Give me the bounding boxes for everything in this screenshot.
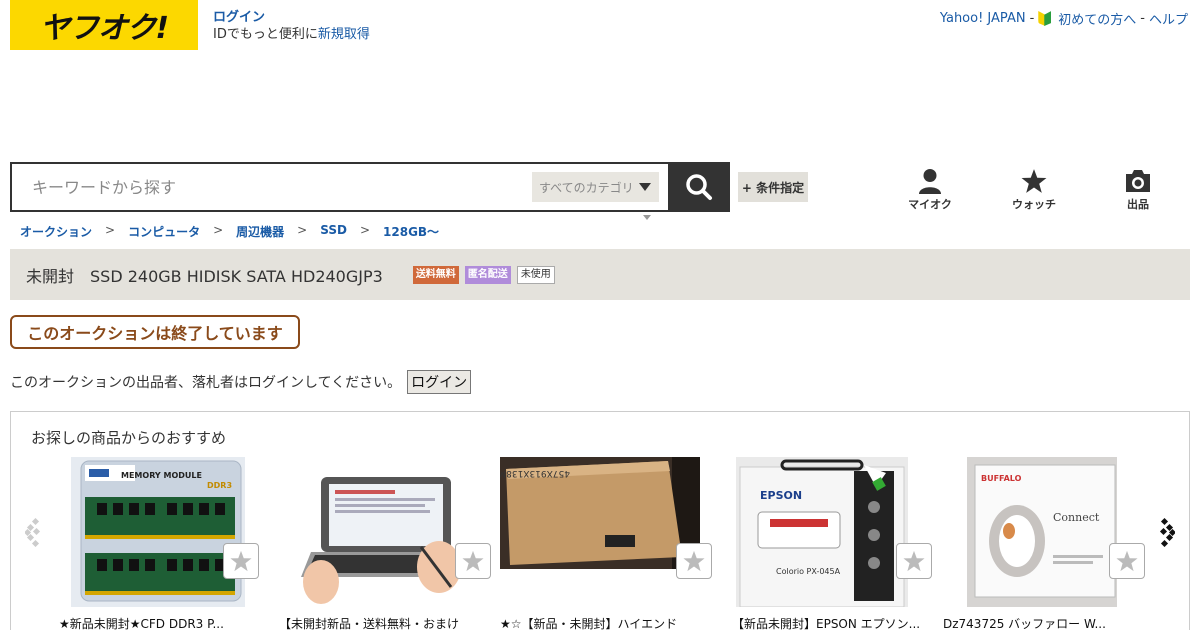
memory-module-image: MEMORY MODULE DDR3 (71, 457, 245, 607)
star-icon (1021, 169, 1047, 193)
epson-brand-text: EPSON (760, 489, 802, 502)
connect-text: Connect (1053, 511, 1100, 524)
watch-button[interactable]: ウォッチ (1004, 168, 1064, 212)
search-icon (686, 174, 712, 200)
login-button[interactable]: ログイン (407, 370, 472, 394)
breadcrumb: オークション > コンピュータ > 周辺機器 > SSD > 128GB～ (20, 223, 439, 240)
star-icon (903, 550, 925, 572)
search-box: すべてのカテゴリ (10, 162, 730, 212)
breadcrumb-computer[interactable]: コンピュータ (128, 223, 200, 240)
auction-ended-notice: このオークションは終了しています (10, 315, 300, 349)
free-shipping-badge: 送料無料 (412, 265, 459, 284)
breadcrumb-separator: > (359, 223, 371, 237)
watch-star-button[interactable] (896, 543, 932, 579)
recommend-item[interactable]: EPSON Colorio PX-045A 【新品未開封】EPSON エプソン.… (732, 457, 936, 630)
star-icon (230, 550, 252, 572)
laptop-box-image: 457X913X138MM (500, 457, 700, 569)
login-sub: IDでもっと便利に新規取得 (213, 26, 370, 43)
memory-module-text: MEMORY MODULE (121, 471, 202, 480)
breadcrumb-separator: > (105, 223, 116, 237)
beginner-mark-icon (1038, 11, 1052, 26)
sell-label: 出品 (1127, 198, 1149, 211)
category-select[interactable]: すべてのカテゴリ (532, 172, 659, 202)
recommend-item[interactable]: MEMORY MODULE DDR3 ★新品未開封★CFD DDR3 P... (59, 457, 271, 630)
item-title-bar: 未開封 SSD 240GB HIDISK SATA HD240GJP3 送料無料… (10, 249, 1190, 300)
chevron-down-icon (639, 183, 651, 191)
help-link[interactable]: ヘルプ (1149, 9, 1188, 28)
breadcrumb-peripherals[interactable]: 周辺機器 (236, 223, 284, 240)
login-notice: このオークションの出品者、落札者はログインしてください。 ログイン (10, 370, 472, 394)
myauc-label: マイオク (908, 198, 952, 211)
epson-printer-image: EPSON Colorio PX-045A (736, 457, 908, 607)
header-links: Yahoo! JAPAN - 初めての方へ - ヘルプ (940, 9, 1188, 28)
category-select-label: すべてのカテゴリ (539, 180, 634, 195)
buffalo-brand-text: BUFFALO (981, 474, 1022, 483)
mini-laptop-image (291, 457, 491, 607)
yahoo-japan-link[interactable]: Yahoo! JAPAN (940, 11, 1026, 26)
anonymous-shipping-badge: 匿名配送 (464, 265, 511, 284)
beginners-link[interactable]: 初めての方へ (1058, 9, 1136, 28)
login-block: ログイン IDでもっと便利に新規取得 (213, 9, 370, 43)
condition-button[interactable]: + 条件指定 (738, 172, 808, 202)
recommend-item[interactable]: BUFFALO Connect Dz743725 バッファロー W... (943, 457, 1167, 630)
watch-star-button[interactable] (223, 543, 259, 579)
small-down-arrow-icon (643, 215, 651, 220)
logo-text: ヤフオク! (39, 11, 169, 46)
watch-star-button[interactable] (1109, 543, 1145, 579)
recommend-item-label[interactable]: 【未開封新品・送料無料・おまけ (279, 615, 479, 630)
breadcrumb-separator: > (297, 223, 308, 237)
chevron-left-icon (23, 517, 41, 548)
breadcrumb-separator: > (213, 223, 224, 237)
user-icon (919, 169, 941, 194)
breadcrumb-auction[interactable]: オークション (20, 223, 92, 240)
camera-icon (1126, 170, 1150, 192)
carousel-prev-button[interactable] (23, 517, 45, 551)
search-button[interactable] (668, 162, 730, 212)
watch-label: ウォッチ (1012, 198, 1056, 211)
star-icon (1116, 550, 1138, 572)
login-notice-text: このオークションの出品者、落札者はログインしてください。 (10, 375, 402, 391)
login-sub-prefix: IDでもっと便利に (213, 27, 318, 42)
recommendation-title: お探しの商品からのおすすめ (31, 429, 227, 447)
header-separator: - (1140, 11, 1145, 26)
recommend-item[interactable]: 【未開封新品・送料無料・おまけ (279, 457, 491, 630)
header-separator: - (1029, 11, 1035, 26)
star-icon (683, 550, 705, 572)
item-title: 未開封 SSD 240GB HIDISK SATA HD240GJP3 (26, 266, 383, 286)
watch-star-button[interactable] (676, 543, 712, 579)
sell-button[interactable]: 出品 (1108, 168, 1168, 212)
box-size-text: 457X913X138MM (500, 468, 570, 478)
breadcrumb-ssd[interactable]: SSD (320, 223, 347, 240)
recommend-item-label[interactable]: Dz743725 バッファロー W... (943, 615, 1113, 630)
recommend-item[interactable]: 457X913X138MM ★☆【新品・未開封】ハイエンド (500, 457, 712, 630)
watch-star-button[interactable] (455, 543, 491, 579)
epson-model-text: Colorio PX-045A (776, 567, 841, 576)
unused-badge: 未使用 (516, 265, 555, 284)
buffalo-router-image: BUFFALO Connect (967, 457, 1117, 607)
recommend-item-label[interactable]: ★新品未開封★CFD DDR3 P... (59, 615, 259, 630)
recommendation-panel: お探しの商品からのおすすめ MEMORY MODULE DDR3 ★新品未開封★… (10, 411, 1190, 630)
recommend-item-label[interactable]: 【新品未開封】EPSON エプソン... (732, 615, 932, 630)
star-icon (462, 550, 484, 572)
ddr3-text: DDR3 (207, 481, 232, 490)
yahuoku-logo[interactable]: ヤフオク! (10, 0, 198, 50)
breadcrumb-128gb[interactable]: 128GB～ (383, 223, 439, 240)
recommend-item-label[interactable]: ★☆【新品・未開封】ハイエンド (500, 615, 700, 630)
register-link[interactable]: 新規取得 (318, 27, 370, 42)
myauc-button[interactable]: マイオク (900, 168, 960, 212)
login-link[interactable]: ログイン (213, 10, 265, 25)
